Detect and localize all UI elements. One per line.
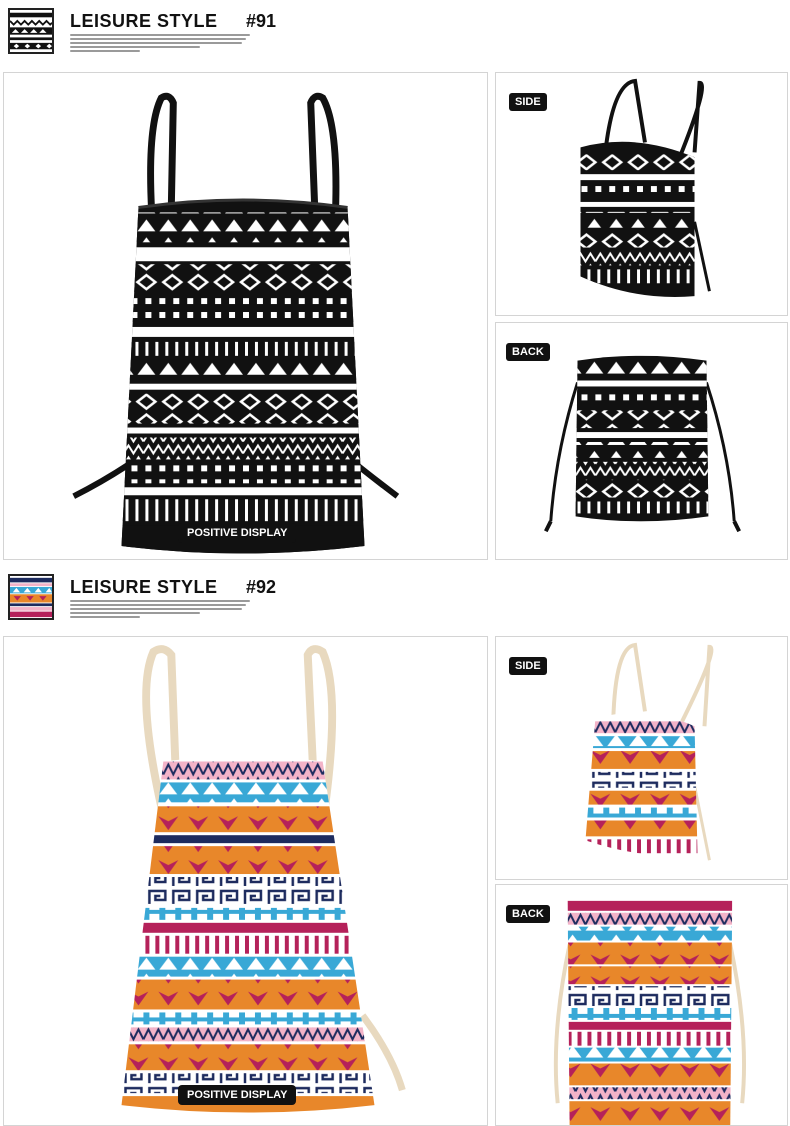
pattern-swatch-icon: [8, 8, 54, 54]
positive-display-label: POSITIVE DISPLAY: [178, 523, 297, 543]
side-view-panel[interactable]: SIDE: [495, 72, 788, 316]
back-label: BACK: [506, 905, 550, 923]
pattern-swatch-icon: [8, 574, 54, 620]
section-header: LEISURE STYLE #91: [0, 0, 790, 62]
product-section-91: LEISURE STYLE #91 POSITIVE DISPLAY SIDE …: [0, 0, 790, 562]
front-view-panel[interactable]: POSITIVE DISPLAY: [3, 72, 488, 560]
positive-display-label: POSITIVE DISPLAY: [178, 1085, 297, 1105]
style-number: #91: [246, 11, 277, 31]
back-label: BACK: [506, 343, 550, 361]
product-section-92: LEISURE STYLE #92 POSITIVE DISPLAY SIDE …: [0, 566, 790, 1126]
fine-print: [70, 34, 260, 58]
section-title: LEISURE STYLE: [70, 11, 218, 31]
back-view-panel[interactable]: BACK: [495, 884, 788, 1126]
front-view-panel[interactable]: POSITIVE DISPLAY: [3, 636, 488, 1126]
style-number: #92: [246, 577, 277, 597]
side-view-panel[interactable]: SIDE: [495, 636, 788, 880]
back-view-panel[interactable]: BACK: [495, 322, 788, 560]
fine-print: [70, 600, 260, 624]
backpack-front-image: [121, 645, 406, 1113]
section-header: LEISURE STYLE #92: [0, 566, 790, 628]
side-label: SIDE: [509, 93, 547, 111]
section-title: LEISURE STYLE: [70, 577, 218, 597]
side-label: SIDE: [509, 657, 547, 675]
backpack-front-image: [72, 92, 400, 554]
